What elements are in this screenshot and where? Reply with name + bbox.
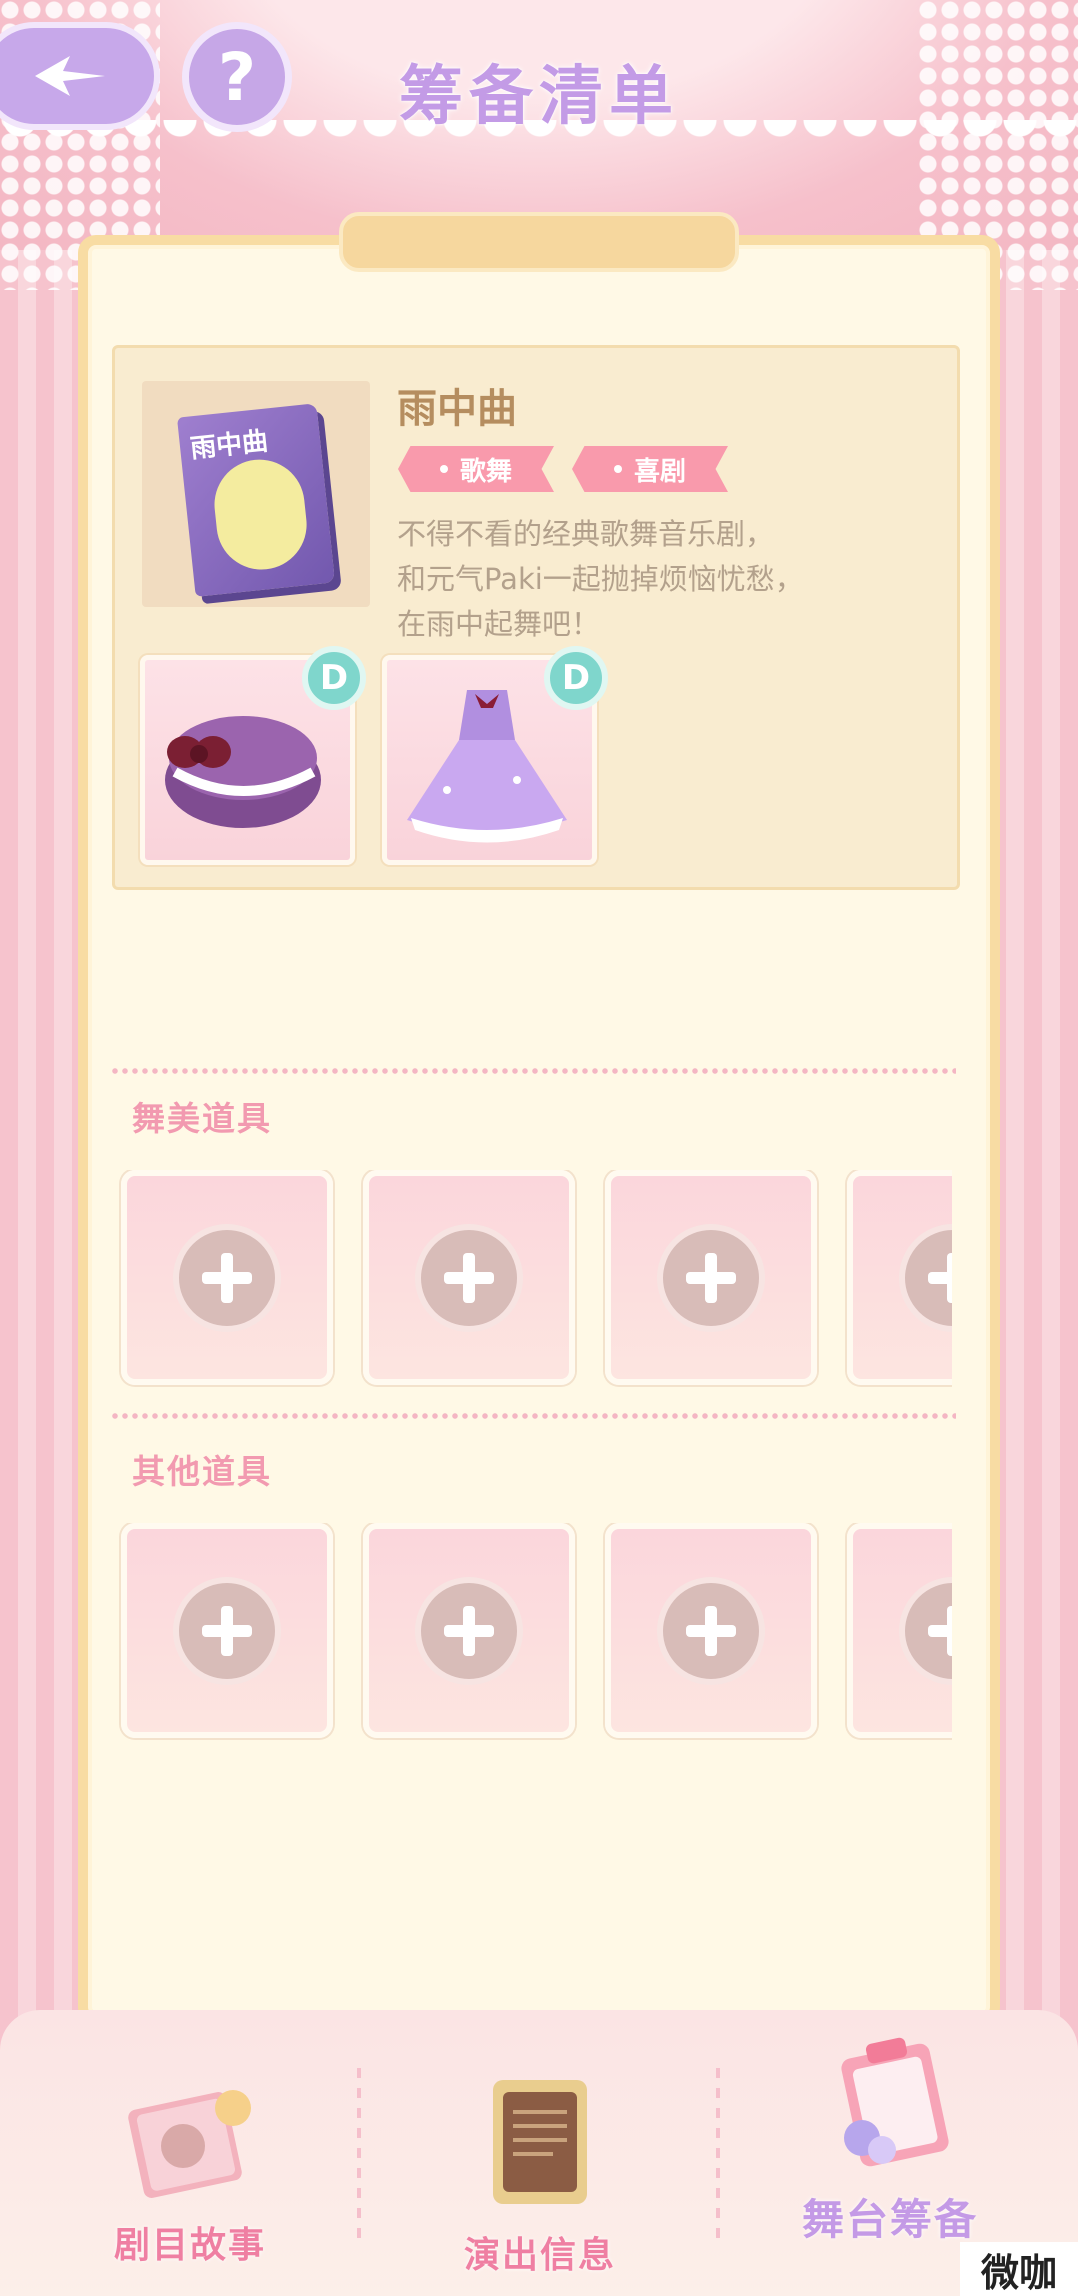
stage-props-row <box>117 1170 952 1390</box>
plus-icon <box>173 1223 281 1332</box>
genre-tag: 歌舞 <box>398 446 554 492</box>
nav-label-stage: 舞台筹备 <box>801 2195 978 2244</box>
plus-icon <box>173 1576 281 1685</box>
curtain-left <box>0 180 90 2080</box>
plus-icon <box>415 1576 523 1685</box>
tag-dot-icon <box>613 465 622 473</box>
section-divider <box>110 1413 956 1419</box>
curtain-right <box>988 180 1078 2080</box>
prop-slot[interactable] <box>605 1170 817 1385</box>
costume-slot[interactable]: D <box>382 646 608 865</box>
genre-tag-label: 喜剧 <box>633 456 686 487</box>
section-label-other-props: 其他道具 <box>132 1452 272 1491</box>
grade-badge: D <box>302 646 366 710</box>
prop-slot[interactable] <box>605 1523 817 1738</box>
nav-label-story: 剧目故事 <box>113 2225 266 2266</box>
nav-tab-stage[interactable]: 舞台筹备 <box>790 2030 990 2247</box>
script-cover-book-icon: 雨中曲 <box>176 403 336 597</box>
description-line: 和元气Paki一起抛掉烦恼忧愁， <box>397 562 804 596</box>
description-line: 不得不看的经典歌舞音乐剧， <box>397 517 775 551</box>
cover-moon <box>210 455 312 575</box>
section-divider <box>110 1068 956 1074</box>
grade-badge: D <box>544 646 608 710</box>
tag-dot-icon <box>439 465 448 473</box>
page-title: 筹备清单 <box>399 60 679 134</box>
panel-top-ornament <box>339 212 739 272</box>
prop-slot[interactable] <box>121 1523 333 1738</box>
other-props-row <box>117 1523 952 1743</box>
info-board-icon <box>493 2080 587 2204</box>
plus-icon <box>657 1576 765 1685</box>
plus-icon <box>899 1576 952 1685</box>
prop-slot[interactable] <box>363 1170 575 1385</box>
plus-icon <box>899 1223 952 1332</box>
nav-separator <box>357 2068 361 2248</box>
genre-tag-label: 歌舞 <box>459 456 512 487</box>
script-description: 不得不看的经典歌舞音乐剧， 和元气Paki一起抛掉烦恼忧愁， 在雨中起舞吧！ <box>397 512 917 647</box>
storybook-icon <box>128 2090 251 2198</box>
nav-tab-info[interactable]: 演出信息 <box>450 2070 630 2278</box>
watermark: 微咖 <box>960 2242 1078 2296</box>
genre-tag: 喜剧 <box>572 446 728 492</box>
costume-slot[interactable]: D <box>140 646 366 865</box>
prop-slot[interactable] <box>847 1523 952 1738</box>
nav-tab-story[interactable]: 剧目故事 <box>100 2080 280 2268</box>
nav-label-info: 演出信息 <box>463 2235 616 2276</box>
description-line: 在雨中起舞吧！ <box>397 607 601 641</box>
clipboard-icon <box>841 2037 949 2167</box>
prop-slot[interactable] <box>121 1170 333 1385</box>
section-label-stage-props: 舞美道具 <box>132 1099 272 1138</box>
script-title: 雨中曲 <box>397 386 517 432</box>
plus-icon <box>415 1223 523 1332</box>
prop-slot[interactable] <box>363 1523 575 1738</box>
nav-separator <box>716 2068 720 2248</box>
prop-slot[interactable] <box>847 1170 952 1385</box>
plus-icon <box>657 1223 765 1332</box>
